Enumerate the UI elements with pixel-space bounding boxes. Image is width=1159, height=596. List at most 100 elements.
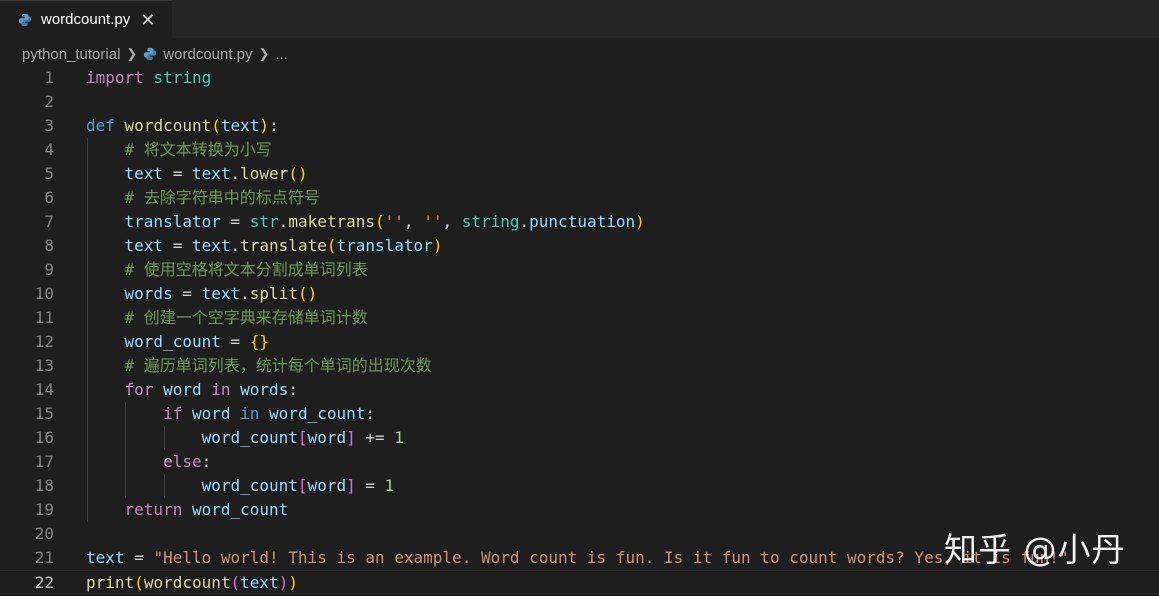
code-text: import string — [86, 66, 211, 90]
watermark: 知乎 @小丹 — [944, 530, 1126, 569]
code-text: word_count[word] += 1 — [86, 426, 404, 450]
code-line[interactable]: 12 word_count = {} — [0, 330, 1159, 354]
line-number: 22 — [34, 573, 54, 592]
code-token: ( — [375, 212, 385, 231]
code-editor[interactable]: 1 import string 2 3 def wordcount(text): 4 # … — [0, 66, 1159, 596]
code-token: string — [153, 68, 212, 87]
code-token: () — [297, 284, 318, 303]
code-line[interactable]: 9 # 使用空格将文本分割成单词列表 — [0, 258, 1159, 282]
code-text: def wordcount(text): — [86, 114, 279, 138]
code-token: # 使用空格将文本分割成单词列表 — [124, 260, 368, 279]
code-token: , — [442, 212, 462, 231]
code-token: word_count — [201, 428, 298, 447]
code-line[interactable]: 14 for word in words: — [0, 378, 1159, 402]
code-line[interactable]: 2 — [0, 90, 1159, 114]
line-number: 1 — [44, 68, 54, 87]
code-text: word_count[word] = 1 — [86, 474, 395, 498]
code-token: translator — [336, 236, 433, 255]
code-token: ) — [288, 573, 298, 592]
code-token: word — [191, 404, 231, 423]
line-number: 15 — [34, 404, 54, 423]
code-line[interactable]: 10 words = text.split() — [0, 282, 1159, 306]
code-token: = — [163, 164, 192, 183]
code-token: # 将文本转换为小写 — [124, 140, 272, 159]
code-text: return word_count — [86, 498, 289, 522]
code-line[interactable]: 6 # 去除字符串中的标点符号 — [0, 186, 1159, 210]
code-token: "Hello world! This is an example. Word c… — [153, 548, 1069, 567]
code-line[interactable]: 4 # 将文本转换为小写 — [0, 138, 1159, 162]
code-line[interactable]: 8 text = text.translate(translator) — [0, 234, 1159, 258]
code-line[interactable]: 1 import string — [0, 66, 1159, 90]
code-text: word_count = {} — [86, 330, 270, 354]
chevron-right-icon: ❯ — [258, 46, 270, 61]
code-token: . — [519, 212, 530, 231]
code-token: 1 — [384, 476, 395, 495]
code-token: ) — [432, 236, 443, 255]
code-token: ] — [346, 428, 356, 447]
code-token: wordcount — [124, 116, 212, 135]
code-token: , — [403, 212, 424, 231]
code-token: ( — [230, 573, 241, 592]
code-token: word_count — [191, 500, 289, 519]
code-token: return — [124, 500, 183, 519]
code-line[interactable]: 16 word_count[word] += 1 — [0, 426, 1159, 450]
code-line[interactable]: 5 text = text.lower() — [0, 162, 1159, 186]
code-token: . — [278, 212, 289, 231]
code-text: words = text.split() — [86, 282, 318, 306]
tab-wordcount[interactable]: wordcount.py ✕ — [0, 0, 172, 38]
code-text: # 使用空格将文本分割成单词列表 — [86, 258, 368, 282]
code-token: else — [163, 452, 202, 471]
code-text: else: — [86, 450, 211, 474]
code-text: # 遍历单词列表，统计每个单词的出现次数 — [86, 354, 432, 378]
code-token: in — [211, 380, 231, 399]
code-token: += — [355, 428, 395, 447]
code-line[interactable]: 15 if word in word_count: — [0, 402, 1159, 426]
code-token: lower — [240, 164, 289, 183]
breadcrumb-file[interactable]: wordcount.py — [163, 46, 252, 63]
code-text: translator = str.maketrans('', '', strin… — [86, 210, 645, 234]
code-token: : — [201, 452, 212, 471]
code-line[interactable]: 3 def wordcount(text): — [0, 114, 1159, 138]
code-token: translator — [124, 212, 221, 231]
code-token: 1 — [394, 428, 404, 447]
code-token: = — [172, 284, 202, 303]
code-token: # 去除字符串中的标点符号 — [124, 188, 320, 207]
code-line[interactable]: 17 else: — [0, 450, 1159, 474]
code-line[interactable]: 13 # 遍历单词列表，统计每个单词的出现次数 — [0, 354, 1159, 378]
line-number: 21 — [34, 548, 54, 567]
code-line[interactable]: 18 word_count[word] = 1 — [0, 474, 1159, 498]
code-token: word_count — [124, 332, 221, 351]
code-text: # 去除字符串中的标点符号 — [86, 186, 320, 210]
code-token: : — [269, 116, 279, 135]
code-token: punctuation — [529, 212, 636, 231]
code-text: for word in words: — [86, 378, 298, 402]
code-token: = — [220, 212, 250, 231]
code-line[interactable]: 7 translator = str.maketrans('', '', str… — [0, 210, 1159, 234]
code-token: word — [307, 428, 347, 447]
code-token: {} — [249, 332, 270, 351]
breadcrumb-more[interactable]: ... — [275, 46, 288, 63]
code-token: words — [240, 380, 289, 399]
code-line[interactable]: 22 print(wordcount(text)) — [0, 570, 1159, 594]
code-token: text — [191, 236, 231, 255]
breadcrumb-folder[interactable]: python_tutorial — [22, 46, 120, 63]
code-token: text — [124, 236, 164, 255]
code-line[interactable]: 11 # 创建一个空字典来存储单词计数 — [0, 306, 1159, 330]
code-text: # 将文本转换为小写 — [86, 138, 272, 162]
code-line[interactable]: 19 return word_count — [0, 498, 1159, 522]
close-icon[interactable]: ✕ — [140, 11, 155, 29]
code-token: maketrans — [288, 212, 376, 231]
